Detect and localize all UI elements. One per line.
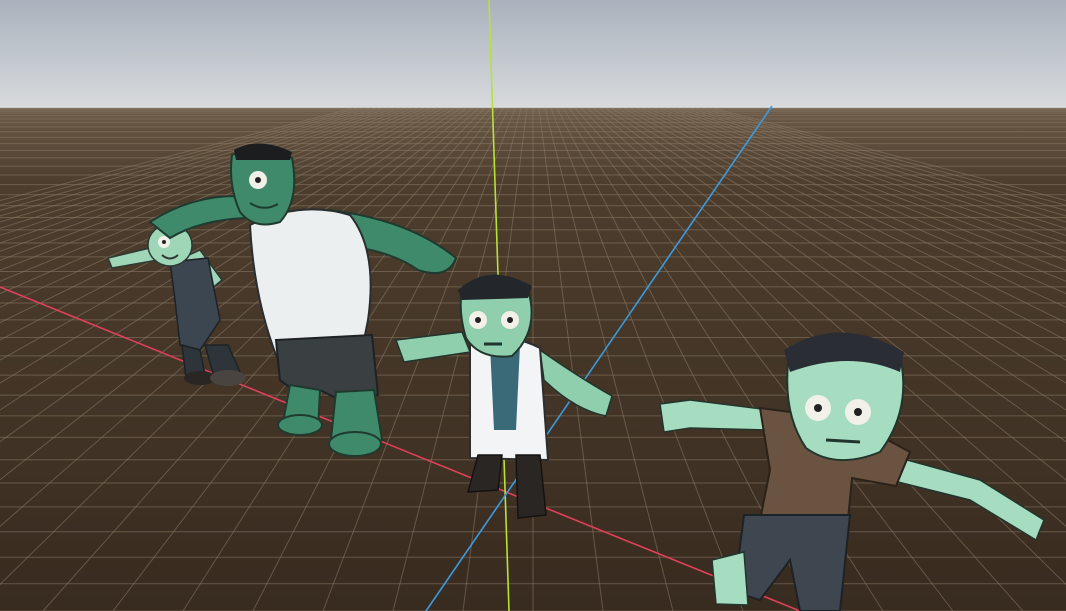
scene-canvas[interactable] [0, 0, 1066, 611]
scene-viewport[interactable] [0, 0, 1066, 611]
sky [0, 0, 1066, 110]
